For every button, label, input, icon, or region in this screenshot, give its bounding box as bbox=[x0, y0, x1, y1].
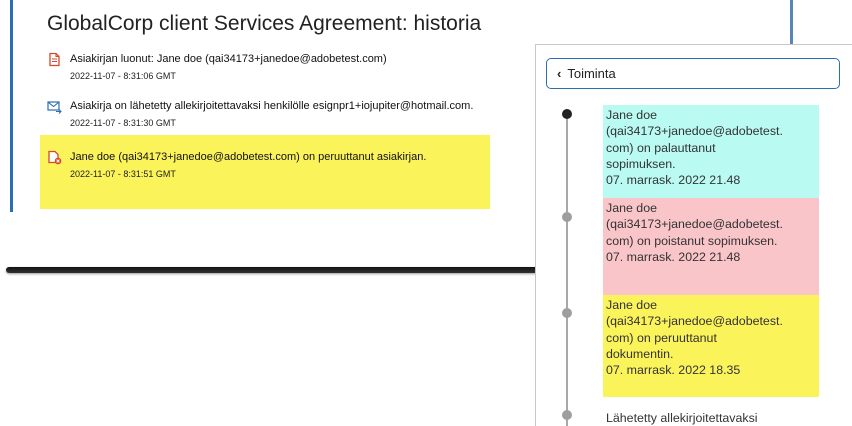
entry-line: com) on poistanut sopimuksen. bbox=[606, 233, 778, 248]
document-cancelled-icon bbox=[47, 150, 62, 165]
entry-line: com) on peruuttanut bbox=[606, 330, 717, 345]
entry-line: Jane doe bbox=[606, 108, 657, 122]
chevron-left-icon: ‹ bbox=[557, 66, 562, 81]
entry-line: Lähetetty allekirjoitettavaksi bbox=[606, 411, 758, 425]
panel-divider bbox=[6, 267, 536, 273]
email-sent-icon bbox=[47, 99, 62, 114]
history-item-cancelled: Jane doe (qai34173+janedoe@adobetest.com… bbox=[47, 150, 527, 180]
activity-header-label: Toiminta bbox=[567, 66, 616, 81]
history-item-timestamp: 2022-11-07 - 8:31:30 GMT bbox=[70, 118, 176, 128]
history-item-timestamp: 2022-11-07 - 8:31:51 GMT bbox=[70, 169, 176, 179]
right-top-rule bbox=[790, 0, 793, 45]
history-item-timestamp: 2022-11-07 - 8:31:06 GMT bbox=[70, 71, 176, 81]
timeline-dot bbox=[562, 212, 572, 222]
history-title: GlobalCorp client Services Agreement: hi… bbox=[47, 12, 482, 35]
activity-panel: ‹ Toiminta Jane doe (qai34173+janedoe@ad… bbox=[535, 44, 852, 426]
activity-entry-sent: Lähetetty allekirjoitettavaksi bbox=[603, 408, 819, 426]
history-item-created: Asiakirjan luonut: Jane doe (qai34173+ja… bbox=[47, 52, 527, 82]
entry-line: (qai34173+janedoe@adobetest. bbox=[606, 124, 783, 139]
history-item-text: Asiakirja on lähetetty allekirjoitettava… bbox=[70, 100, 474, 112]
entry-date: 07. marrask. 2022 18.35 bbox=[606, 363, 741, 378]
activity-entry-deleted: Jane doe (qai34173+janedoe@adobetest. co… bbox=[603, 198, 819, 295]
entry-line: (qai34173+janedoe@adobetest. bbox=[606, 217, 783, 232]
entry-line: com) on palauttanut bbox=[606, 140, 716, 155]
entry-line: Jane doe bbox=[606, 201, 657, 215]
activity-entry-returned: Jane doe (qai34173+janedoe@adobetest. co… bbox=[603, 105, 819, 198]
activity-entry-cancelled: Jane doe (qai34173+janedoe@adobetest. co… bbox=[603, 295, 819, 397]
document-created-icon bbox=[47, 52, 62, 67]
timeline-line bbox=[566, 111, 568, 426]
history-item-text: Asiakirjan luonut: Jane doe (qai34173+ja… bbox=[70, 53, 387, 65]
timeline-dot bbox=[562, 109, 572, 119]
history-left-rule bbox=[10, 0, 13, 212]
entry-date: 07. marrask. 2022 21.48 bbox=[606, 249, 741, 264]
timeline-dot bbox=[562, 308, 572, 318]
timeline-dot bbox=[562, 410, 572, 420]
entry-date: 07. marrask. 2022 21.48 bbox=[606, 173, 741, 188]
entry-line: dokumentin. bbox=[606, 346, 674, 361]
history-panel: GlobalCorp client Services Agreement: hi… bbox=[0, 0, 540, 280]
history-item-text: Jane doe (qai34173+janedoe@adobetest.com… bbox=[70, 151, 427, 163]
entry-line: Jane doe bbox=[606, 298, 657, 312]
entry-line: (qai34173+janedoe@adobetest. bbox=[606, 314, 783, 329]
entry-line: sopimuksen. bbox=[606, 156, 676, 171]
history-item-sent: Asiakirja on lähetetty allekirjoitettava… bbox=[47, 99, 527, 129]
activity-back-button[interactable]: ‹ Toiminta bbox=[546, 58, 840, 89]
